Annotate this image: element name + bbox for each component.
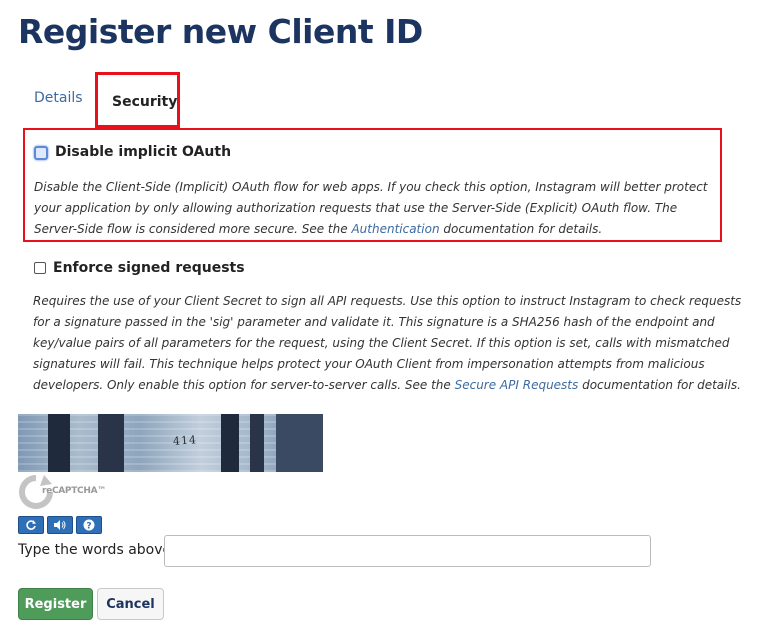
enforce-signed-requests-checkbox[interactable] bbox=[34, 262, 46, 274]
recaptcha-logo-text: reCAPTCHA™ bbox=[42, 486, 106, 496]
description-text-end: documentation for details. bbox=[439, 222, 603, 236]
captcha-image-window bbox=[276, 414, 323, 472]
captcha-audio-button[interactable] bbox=[47, 516, 73, 534]
authentication-link[interactable]: Authentication bbox=[351, 222, 439, 236]
description-text-end: documentation for details. bbox=[578, 378, 741, 392]
secure-api-requests-link[interactable]: Secure API Requests bbox=[455, 378, 579, 392]
captcha-image-window bbox=[48, 414, 70, 472]
captcha-input-label: Type the words above: bbox=[18, 542, 176, 558]
page-title: Register new Client ID bbox=[18, 12, 423, 51]
audio-icon bbox=[54, 520, 66, 530]
captcha-refresh-button[interactable] bbox=[18, 516, 44, 534]
tab-security-label: Security bbox=[112, 94, 178, 110]
help-icon: ? bbox=[83, 519, 95, 531]
recaptcha-logo: reCAPTCHA™ bbox=[18, 474, 118, 510]
disable-implicit-oauth-section: Disable implicit OAuth Disable the Clien… bbox=[23, 128, 722, 242]
tab-details[interactable]: Details bbox=[34, 90, 83, 106]
captcha-image-window bbox=[98, 414, 124, 472]
cancel-button[interactable]: Cancel bbox=[97, 588, 164, 620]
svg-text:?: ? bbox=[86, 522, 91, 532]
refresh-icon bbox=[26, 520, 36, 530]
captcha-image: 414 bbox=[18, 414, 323, 472]
captcha-image-window bbox=[221, 414, 239, 472]
captcha-words-input[interactable] bbox=[164, 535, 651, 567]
enforce-signed-requests-label[interactable]: Enforce signed requests bbox=[53, 260, 245, 276]
captcha-image-window bbox=[250, 414, 264, 472]
enforce-signed-requests-description: Requires the use of your Client Secret t… bbox=[33, 291, 753, 396]
disable-implicit-oauth-description: Disable the Client-Side (Implicit) OAuth… bbox=[34, 177, 714, 240]
captcha-help-button[interactable]: ? bbox=[76, 516, 102, 534]
register-button[interactable]: Register bbox=[18, 588, 93, 620]
tab-bar: Details Security bbox=[18, 72, 718, 128]
captcha-image-word: 414 bbox=[172, 433, 198, 448]
disable-implicit-oauth-label[interactable]: Disable implicit OAuth bbox=[55, 144, 231, 160]
disable-implicit-oauth-checkbox[interactable] bbox=[34, 146, 48, 160]
tab-security[interactable]: Security bbox=[95, 72, 180, 128]
